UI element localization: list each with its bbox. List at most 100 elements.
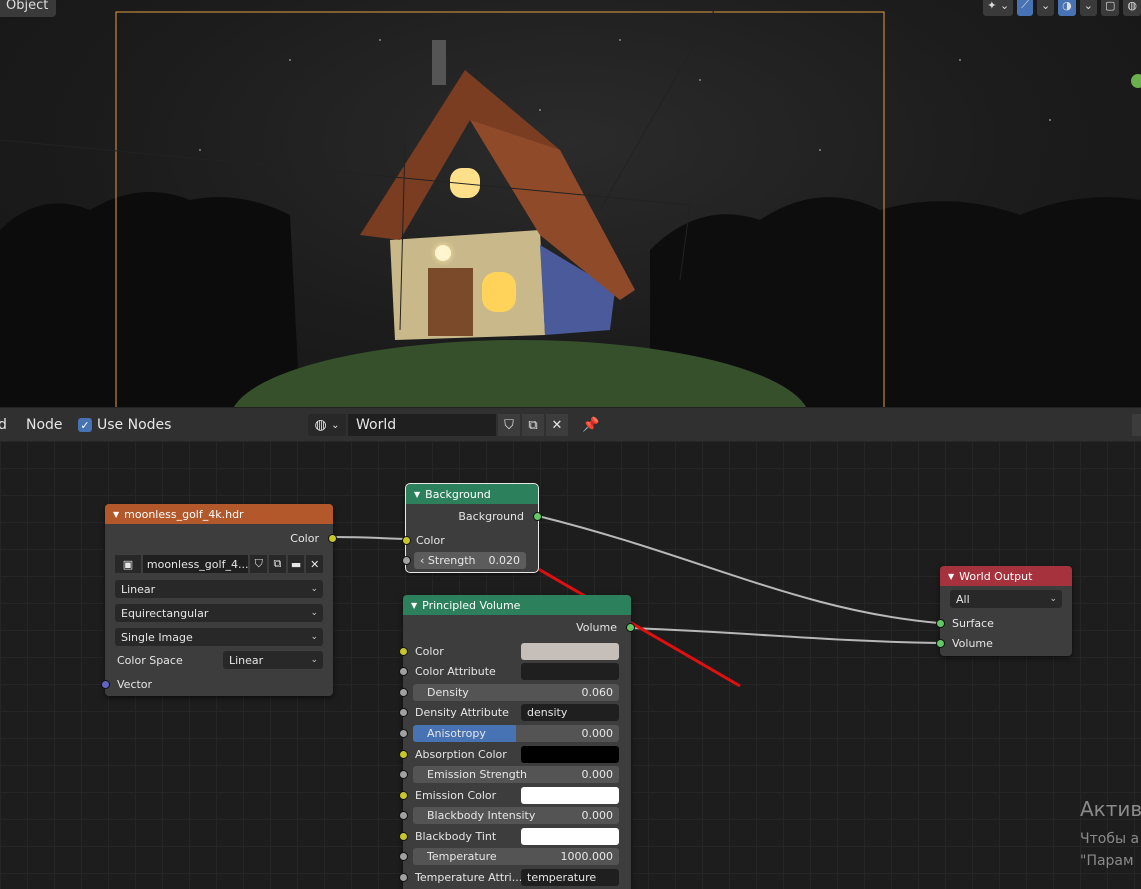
3d-viewport[interactable]: Object ✦ ⌄ ⟋ ⌄ ◑ ⌄ ▢ ◍	[0, 0, 1141, 407]
volume-input-socket[interactable]	[936, 638, 945, 648]
emission-strength-field[interactable]: Emission Strength 0.000	[413, 766, 619, 783]
color-space-dropdown[interactable]: Linear ⌄	[223, 651, 323, 669]
strength-input-socket[interactable]	[402, 555, 411, 565]
world-output-node[interactable]: ▼ World Output All ⌄ Surface Volume	[936, 566, 1072, 656]
image-selector: ▣ moonless_golf_4... ⛉ ⧉ ▬ ✕	[115, 555, 323, 573]
checkmark-icon: ✓	[78, 418, 92, 432]
color-input-row: Color	[399, 641, 631, 661]
open-image-button[interactable]: ▬	[287, 555, 305, 573]
camera-button[interactable]: ▢	[1100, 0, 1120, 16]
color-input-label: Color	[416, 533, 445, 547]
image-browse-button[interactable]: ▣	[115, 555, 141, 573]
world-name-field[interactable]: World	[348, 414, 496, 436]
blackbody-intensity-field[interactable]: Blackbody Intensity 0.000	[413, 807, 619, 824]
fake-user-button[interactable]: ⛉	[250, 555, 268, 573]
density-attribute-field[interactable]: density	[521, 704, 619, 721]
projection-value: Equirectangular	[121, 606, 209, 620]
overlay-icon: ⟋	[1021, 0, 1029, 11]
temperature-field[interactable]: Temperature 1000.000	[413, 848, 619, 865]
temperature-row: Temperature 1000.000	[399, 846, 631, 866]
temperature-attribute-field[interactable]: temperature	[521, 869, 619, 886]
overlay-toggle[interactable]: ⟋	[1017, 0, 1033, 16]
interpolation-dropdown[interactable]: Linear ⌄	[115, 580, 323, 598]
emission-strength-socket[interactable]	[399, 769, 408, 779]
anisotropy-label: Anisotropy	[427, 727, 486, 740]
temperature-socket[interactable]	[399, 851, 408, 861]
shading-dropdown[interactable]: ⌄	[1079, 0, 1097, 16]
copy-icon: ⧉	[273, 557, 282, 570]
color-space-value: Linear	[229, 653, 264, 667]
gizmo-toggle[interactable]: ✦ ⌄	[983, 0, 1014, 16]
density-attribute-socket[interactable]	[399, 707, 408, 717]
color-attribute-socket[interactable]	[399, 666, 408, 676]
watermark-line: "Парам	[1080, 853, 1134, 869]
anisotropy-socket[interactable]	[399, 728, 408, 738]
vector-input-socket[interactable]	[101, 679, 110, 689]
temperature-value: 1000.000	[560, 850, 614, 863]
density-field[interactable]: Density 0.060	[413, 684, 619, 701]
image-name-field[interactable]: moonless_golf_4...	[142, 555, 249, 573]
anisotropy-slider[interactable]: Anisotropy 0.000	[413, 725, 619, 742]
temperature-label: Temperature	[427, 850, 497, 863]
absorption-color-label: Absorption Color	[415, 747, 507, 761]
duplicate-world-button[interactable]: ⧉	[522, 414, 544, 436]
color-input-row: Color	[402, 530, 538, 550]
background-node[interactable]: ▼ Background Background Color ‹ Strength…	[402, 483, 542, 573]
pin-button[interactable]: 📌	[582, 408, 599, 442]
overlay-dropdown[interactable]: ⌄	[1036, 0, 1055, 16]
chevron-left-icon: ‹	[420, 554, 425, 567]
density-socket[interactable]	[399, 687, 408, 697]
blackbody-tint-socket[interactable]	[399, 831, 408, 841]
chevron-down-icon: ⌄	[331, 419, 340, 431]
surface-input-socket[interactable]	[936, 618, 945, 628]
color-input-socket[interactable]	[402, 535, 411, 545]
object-mode-button[interactable]: Object	[0, 0, 57, 17]
navigation-gizmo-dot[interactable]	[1131, 74, 1141, 88]
emission-color-swatch[interactable]	[521, 787, 619, 804]
use-nodes-label: Use Nodes	[97, 417, 172, 433]
interpolation-value: Linear	[121, 582, 156, 596]
projection-dropdown[interactable]: Equirectangular ⌄	[115, 604, 323, 622]
stars	[199, 39, 1051, 151]
principled-volume-node[interactable]: ▼ Principled Volume Volume Color Color A…	[399, 595, 635, 889]
image-texture-node[interactable]: ▼ moonless_golf_4k.hdr Color ▣ moonless_…	[101, 504, 337, 696]
strength-field[interactable]: ‹ Strength 0.020	[414, 552, 526, 569]
unlink-world-button[interactable]: ✕	[546, 414, 568, 436]
image-icon: ▣	[122, 557, 134, 571]
unlink-image-button[interactable]: ✕	[306, 555, 323, 573]
blackbody-tint-row: Blackbody Tint	[399, 826, 631, 846]
node-canvas[interactable]: ▼ moonless_golf_4k.hdr Color ▣ moonless_…	[0, 441, 1141, 889]
blackbody-tint-swatch[interactable]	[521, 828, 619, 845]
menu-add[interactable]: d	[0, 408, 7, 442]
blackbody-intensity-row: Blackbody Intensity 0.000	[399, 805, 631, 825]
node-header: ▼ Principled Volume	[403, 595, 631, 615]
header-overflow[interactable]	[1132, 414, 1141, 436]
color-swatch[interactable]	[521, 643, 619, 660]
target-dropdown[interactable]: All ⌄	[950, 590, 1062, 608]
volume-output-socket[interactable]	[626, 622, 635, 632]
density-label: Density	[427, 686, 469, 699]
absorption-color-socket[interactable]	[399, 749, 408, 759]
collapse-icon: ▼	[113, 509, 120, 519]
menu-node[interactable]: Node	[26, 408, 63, 442]
chevron-down-icon: ⌄	[310, 632, 318, 642]
color-input-socket[interactable]	[399, 646, 408, 656]
absorption-color-swatch[interactable]	[521, 746, 619, 763]
duplicate-image-button[interactable]: ⧉	[269, 555, 286, 573]
background-output-socket[interactable]	[533, 511, 542, 521]
xray-toggle[interactable]: ◑	[1058, 0, 1076, 16]
fake-user-button[interactable]: ⛉	[498, 414, 520, 436]
color-attribute-field[interactable]	[521, 663, 619, 680]
blackbody-intensity-socket[interactable]	[399, 810, 408, 820]
temperature-attribute-socket[interactable]	[399, 872, 408, 882]
chevron-down-icon: ⌄	[1083, 0, 1093, 12]
world-browse-dropdown[interactable]: ◍ ⌄	[308, 414, 346, 436]
world-shading-button[interactable]: ◍	[1123, 0, 1141, 16]
node-editor-header: d Node ✓ Use Nodes ◍ ⌄ World ⛉ ⧉ ✕ 📌	[0, 407, 1141, 442]
emission-color-socket[interactable]	[399, 790, 408, 800]
use-nodes-checkbox[interactable]: ✓ Use Nodes	[78, 408, 171, 442]
node-header: ▼ Background	[406, 484, 538, 504]
color-output-socket[interactable]	[328, 533, 337, 543]
source-dropdown[interactable]: Single Image ⌄	[115, 628, 323, 646]
chevron-down-icon: ⌄	[1040, 0, 1051, 12]
